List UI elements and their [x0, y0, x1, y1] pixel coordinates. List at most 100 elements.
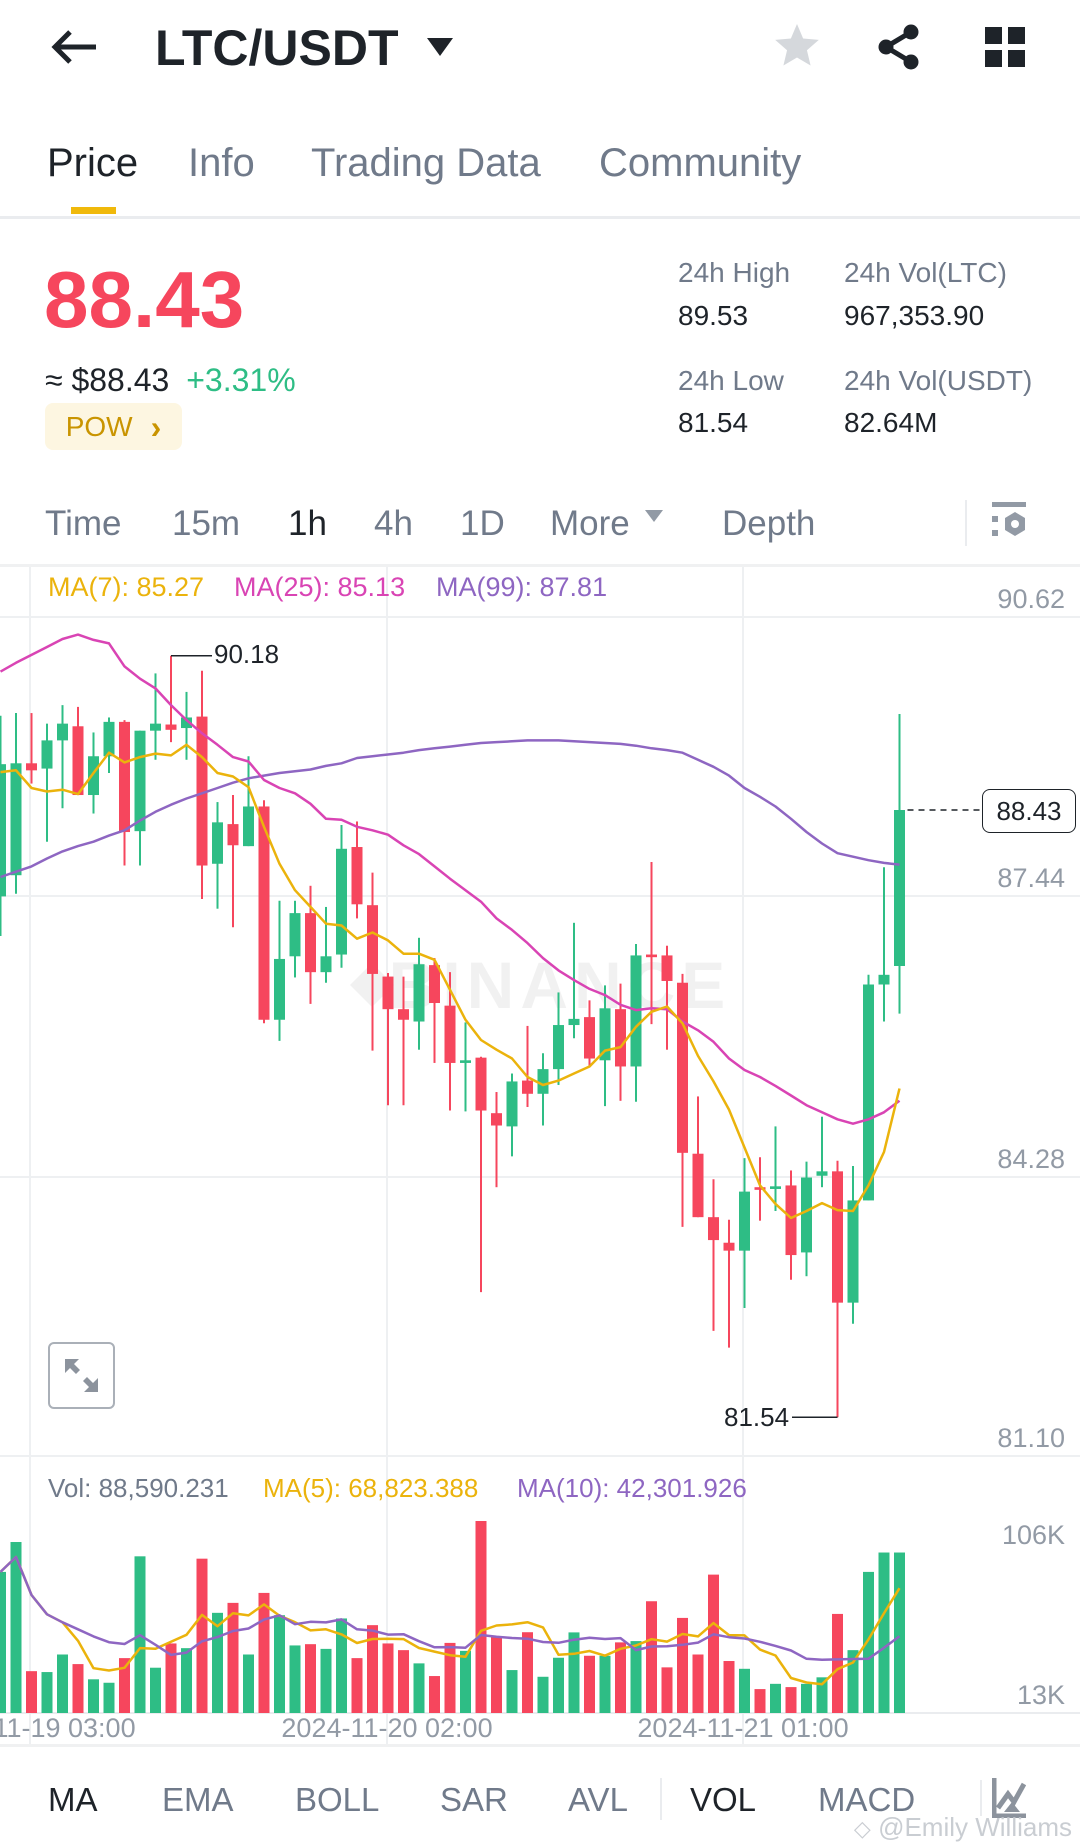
volume-bar: [351, 1658, 363, 1713]
volume-tick-max: 106K: [1001, 1520, 1065, 1550]
candle-body: [320, 956, 332, 973]
legend-vol-ma10: MA(10): 42,301.926: [517, 1473, 747, 1503]
candle: [119, 720, 130, 866]
candle: [0, 715, 6, 937]
candle: [475, 1056, 487, 1293]
candle-body: [88, 756, 99, 796]
indicator-boll[interactable]: BOLL: [295, 1783, 379, 1816]
candle: [847, 1166, 859, 1324]
candle-body: [692, 1153, 704, 1218]
candle-body: [878, 974, 890, 985]
volume-bar: [708, 1574, 719, 1713]
candle-body: [491, 1113, 502, 1126]
candle: [460, 1022, 471, 1112]
legend-vol: Vol: 88,590.231: [48, 1473, 229, 1503]
candle-body: [103, 721, 115, 757]
divider: [0, 1744, 1080, 1747]
fullscreen-button[interactable]: [48, 1342, 115, 1409]
time-tick: 2024-11-20 02:00: [281, 1714, 493, 1743]
candle-body: [568, 1018, 580, 1026]
indicator-vol[interactable]: VOL: [690, 1783, 756, 1816]
candle: [522, 1025, 533, 1108]
indicator-avl[interactable]: AVL: [568, 1783, 628, 1816]
volume-bar: [878, 1552, 890, 1713]
candle-body: [351, 847, 363, 905]
indicator-ema[interactable]: EMA: [162, 1783, 234, 1816]
volume-bar: [382, 1643, 394, 1713]
volume-bar: [506, 1670, 518, 1713]
volume-bar: [41, 1672, 53, 1713]
candle-body: [801, 1177, 812, 1253]
volume-bar: [863, 1571, 874, 1713]
candle: [692, 1096, 704, 1218]
candle-body: [367, 905, 378, 974]
candle: [785, 1170, 797, 1280]
time-tick: 2024-11-19 03:00: [0, 1714, 136, 1743]
volume-bar: [150, 1667, 161, 1713]
candle: [677, 973, 688, 1227]
candle-body: [444, 1005, 456, 1063]
candle-body: [134, 730, 146, 832]
candle-body: [615, 1009, 626, 1067]
volume-bar: [289, 1645, 301, 1713]
candle-body: [26, 763, 37, 771]
candle: [196, 670, 208, 900]
volume-bar: [599, 1655, 611, 1713]
volume-bar: [413, 1663, 425, 1713]
volume-bar: [677, 1617, 688, 1713]
volume-bar: [491, 1636, 502, 1713]
volume-bar: [243, 1654, 254, 1713]
candle: [367, 872, 378, 1051]
time-tick: 2024-11-21 01:00: [637, 1714, 849, 1743]
candle-body: [243, 806, 254, 847]
indicator-sar[interactable]: SAR: [440, 1783, 508, 1816]
volume-bar: [584, 1655, 595, 1713]
candle: [274, 900, 285, 1041]
volume-bar: [661, 1667, 673, 1713]
candle-body: [599, 1008, 611, 1061]
candle-body: [57, 723, 68, 741]
candle-body: [770, 1186, 781, 1189]
candle-body: [212, 822, 223, 864]
volume-bar: [26, 1671, 37, 1713]
candle-body: [537, 1069, 549, 1094]
candle-body: [289, 913, 301, 957]
candle: [212, 802, 223, 909]
candle: [491, 1092, 502, 1188]
volume-bar: [754, 1689, 766, 1713]
candle: [26, 713, 37, 784]
candle: [739, 1158, 750, 1308]
volume-bar: [568, 1632, 580, 1713]
candle: [878, 867, 890, 1022]
candle-body: [150, 723, 161, 731]
candle: [506, 1073, 518, 1157]
candle-body: [522, 1080, 533, 1094]
indicator-ma[interactable]: MA: [48, 1783, 98, 1816]
volume-tick-min: 13K: [1016, 1680, 1065, 1710]
candle: [10, 713, 22, 894]
candle-body: [41, 740, 53, 769]
volume-bar: [181, 1648, 192, 1713]
divider: [980, 1780, 982, 1816]
candle-body: [553, 1025, 564, 1070]
volume-bar: [0, 1571, 6, 1713]
candle-body: [119, 721, 130, 833]
candle: [72, 706, 84, 796]
volume-bar: [212, 1612, 223, 1713]
candlestick-chart[interactable]: BINANCE: [0, 0, 1080, 1848]
candle-body: [274, 958, 285, 1020]
candle-body: [847, 1200, 859, 1303]
candle-body: [413, 964, 425, 1022]
candle-body: [894, 810, 905, 966]
price-tick: 81.10: [997, 1423, 1065, 1453]
volume-bar: [88, 1679, 99, 1713]
price-tick: 87.44: [997, 863, 1065, 893]
candle-body: [584, 1017, 595, 1059]
candle: [165, 655, 177, 743]
volume-bar: [522, 1632, 533, 1713]
candle: [227, 795, 239, 928]
candle-body: [227, 824, 239, 846]
volume-bar: [894, 1552, 905, 1713]
legend-ma7: MA(7): 85.27: [48, 572, 205, 602]
candle: [801, 1161, 812, 1277]
